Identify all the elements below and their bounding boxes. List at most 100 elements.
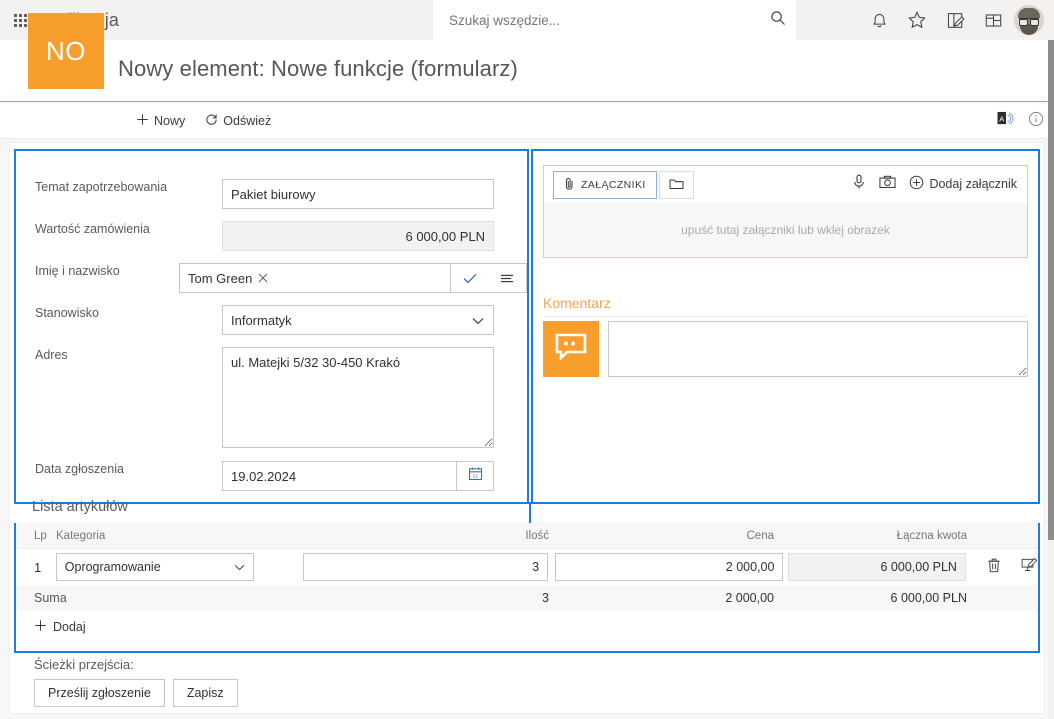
site-logo: NO xyxy=(28,13,104,89)
stanowisko-select[interactable]: Informatyk xyxy=(222,305,494,335)
paperclip-icon xyxy=(564,177,575,193)
circle-plus-icon xyxy=(909,175,924,193)
stanowisko-value: Informatyk xyxy=(231,312,292,328)
row-kategoria-cell: Oprogramowanie xyxy=(55,553,303,581)
col-header-cena: Cena xyxy=(746,529,775,542)
temat-zapotrzebowania-input[interactable] xyxy=(222,179,494,209)
remove-person-icon[interactable] xyxy=(258,271,268,286)
save-button[interactable]: Zapisz xyxy=(172,679,238,707)
field-osoba: Imię i nazwisko Tom Green xyxy=(16,263,527,293)
check-names-icon[interactable] xyxy=(456,273,484,284)
page-title: Nowy element: Nowe funkcje (formularz) xyxy=(118,56,518,81)
field-label-data: Data zgłoszenia xyxy=(35,462,124,476)
board-button[interactable] xyxy=(974,0,1012,40)
refresh-button[interactable]: Odśwież xyxy=(197,106,279,136)
dropzone-text: upuść tutaj załączniki lub wklej obrazek xyxy=(681,223,890,237)
scrollbar-thumb[interactable] xyxy=(1048,40,1054,540)
folder-icon xyxy=(669,178,684,193)
article-list-header: Lp Kategoria Ilość Cena Łączna kwota xyxy=(16,523,1038,549)
notebook-edit-icon xyxy=(946,11,965,30)
people-tag-name: Tom Green xyxy=(188,270,253,286)
suite-bar: Aplikacja xyxy=(0,0,1054,40)
col-header-lp: Lp xyxy=(34,529,47,542)
data-zgloszenia-input[interactable] xyxy=(222,461,456,491)
article-list-title: Lista artykułów xyxy=(32,499,128,515)
calendar-picker-button[interactable]: 21 xyxy=(456,461,494,491)
star-icon xyxy=(907,10,927,30)
search-icon[interactable] xyxy=(770,10,786,31)
tab-attachments[interactable]: ZAŁĄCZNIKI xyxy=(553,171,657,199)
suite-actions xyxy=(860,0,1050,40)
edit-row-button[interactable] xyxy=(1021,557,1038,578)
tab-folder[interactable] xyxy=(658,171,694,199)
attachments-actions: Dodaj załącznik xyxy=(852,174,1017,193)
add-attachment-button[interactable]: Dodaj załącznik xyxy=(909,175,1017,193)
new-item-button[interactable]: Nowy xyxy=(128,106,193,136)
data-zgloszenia-group: 21 xyxy=(222,461,494,491)
row-cena-cell xyxy=(555,553,788,581)
row-kwota-cell xyxy=(787,553,971,581)
adres-textarea[interactable] xyxy=(222,347,494,448)
info-button[interactable] xyxy=(1028,111,1044,132)
panel-frame-join-left xyxy=(529,502,531,525)
calendar-icon: 21 xyxy=(468,466,483,486)
camera-icon xyxy=(879,175,897,192)
favorites-button[interactable] xyxy=(898,0,936,40)
people-picker[interactable]: Tom Green xyxy=(179,263,451,293)
search-input[interactable] xyxy=(447,11,770,29)
take-photo-button[interactable] xyxy=(879,175,897,192)
new-item-label: Nowy xyxy=(154,113,186,128)
people-tag: Tom Green xyxy=(180,271,450,286)
form-canvas: Temat zapotrzebowania Wartość zamówienia… xyxy=(0,139,1054,719)
comment-textarea[interactable] xyxy=(608,321,1028,377)
attachments-comments-panel: ZAŁĄCZNIKI Dodaj załącznik upuść tutaj z… xyxy=(531,149,1040,504)
field-label-osoba: Imię i nazwisko xyxy=(35,264,120,278)
page-scrollbar[interactable] xyxy=(1048,40,1054,719)
summary-ilosc: 3 xyxy=(542,591,549,605)
field-control-temat xyxy=(222,179,494,209)
record-audio-button[interactable] xyxy=(852,174,866,193)
plus-icon xyxy=(34,619,47,635)
article-list-panel: Lp Kategoria Ilość Cena Łączna kwota 1 O… xyxy=(14,523,1040,653)
trash-icon xyxy=(987,557,1001,578)
field-adres: Adres xyxy=(16,347,527,453)
refresh-label: Odśwież xyxy=(223,113,272,128)
col-header-ilosc: Ilość xyxy=(525,529,549,542)
field-label-stanowisko: Stanowisko xyxy=(35,306,99,320)
avatar-glasses xyxy=(1019,18,1039,26)
field-control-osoba: Tom Green xyxy=(179,263,527,293)
address-book-icon[interactable] xyxy=(493,273,521,284)
attachment-dropzone[interactable]: upuść tutaj załączniki lub wklej obrazek xyxy=(544,203,1027,257)
row-cena-input[interactable] xyxy=(555,553,784,581)
svg-text:A: A xyxy=(999,114,1004,123)
footer-buttons: Prześlij zgłoszenie Zapisz xyxy=(34,679,238,707)
avatar[interactable] xyxy=(1014,5,1044,35)
row-lp: 1 xyxy=(34,559,42,575)
add-row-button[interactable]: Dodaj xyxy=(16,611,1038,643)
add-row-label: Dodaj xyxy=(53,620,86,634)
field-label-wartosc: Wartość zamówienia xyxy=(35,222,150,236)
page-header: Nowy element: Nowe funkcje (formularz) xyxy=(0,40,1054,102)
comment-avatar xyxy=(543,321,599,377)
panel-frame-join-top xyxy=(531,502,1040,504)
field-stanowisko: Stanowisko Informatyk xyxy=(16,305,527,335)
immersive-reader-icon: A xyxy=(997,111,1014,131)
add-attachment-label: Dodaj załącznik xyxy=(929,176,1017,191)
comment-bubble-icon xyxy=(554,332,588,367)
board-icon xyxy=(984,11,1003,30)
immersive-reader-button[interactable]: A xyxy=(997,111,1014,131)
row-kategoria-select[interactable]: Oprogramowanie xyxy=(55,553,254,581)
delete-row-button[interactable] xyxy=(987,557,1001,578)
transition-paths-label: Ścieżki przejścia: xyxy=(34,657,134,672)
command-bar-right: A xyxy=(997,103,1044,139)
global-search[interactable] xyxy=(433,0,796,40)
notebook-button[interactable] xyxy=(936,0,974,40)
notifications-button[interactable] xyxy=(860,0,898,40)
form-sheet: Temat zapotrzebowania Wartość zamówienia… xyxy=(10,143,1044,713)
summary-kwota: 6 000,00 PLN xyxy=(890,591,967,605)
row-ilosc-input[interactable] xyxy=(303,553,549,581)
info-icon xyxy=(1028,111,1044,132)
field-wartosc: Wartość zamówienia xyxy=(16,221,527,251)
submit-request-button[interactable]: Prześlij zgłoszenie xyxy=(34,679,165,707)
command-group: Nowy Odśwież xyxy=(128,106,279,136)
